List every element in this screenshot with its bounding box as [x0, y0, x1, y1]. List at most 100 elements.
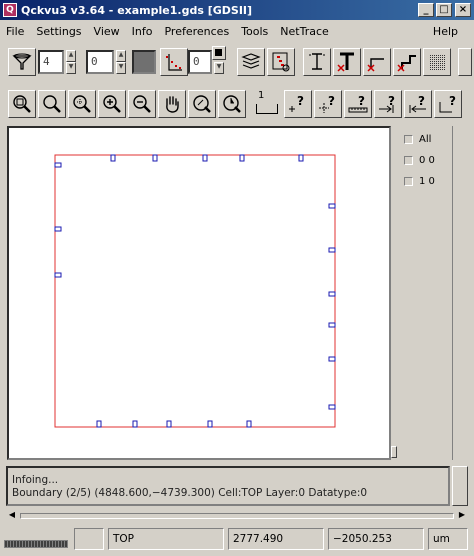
zoom-window-button[interactable]: [38, 90, 66, 118]
vertex-marker[interactable]: [54, 272, 62, 278]
pan-button[interactable]: [158, 90, 186, 118]
query-polygon-button[interactable]: ?: [434, 90, 462, 118]
measure-button[interactable]: ?: [344, 90, 372, 118]
menu-settings[interactable]: Settings: [30, 25, 87, 38]
vertex-marker[interactable]: [328, 203, 336, 209]
vertex-marker[interactable]: [166, 420, 172, 428]
snap-reset-button[interactable]: [212, 46, 226, 60]
zoom-previous-button[interactable]: [188, 90, 216, 118]
query-cross-button[interactable]: ?: [314, 90, 342, 118]
scroll-right-icon[interactable]: ▶: [456, 510, 468, 522]
vertex-marker[interactable]: [328, 322, 336, 328]
main-toolbar: 4 ▲ ▼ 0 ▲ ▼ 0 ▼: [0, 44, 474, 80]
menu-preferences[interactable]: Preferences: [158, 25, 235, 38]
status-y: −2050.253: [328, 528, 424, 550]
vertex-marker[interactable]: [328, 247, 336, 253]
title-bar[interactable]: Q Qckvu3 v3.64 - example1.gds [GDSII] _ …: [0, 0, 474, 20]
path-icon: [397, 55, 416, 72]
text-t-icon: [337, 52, 354, 72]
level-input[interactable]: 0: [86, 50, 114, 74]
text-cursor-icon: [309, 53, 325, 70]
level-stepper[interactable]: ▲ ▼: [116, 50, 126, 74]
query-point-button[interactable]: ?: [284, 90, 312, 118]
layer-row-all[interactable]: All: [404, 134, 431, 145]
zoom-extents-button[interactable]: [218, 90, 246, 118]
zoom-in-button[interactable]: [98, 90, 126, 118]
vertex-marker[interactable]: [239, 154, 245, 162]
vertex-marker[interactable]: [110, 154, 116, 162]
layer-row-1-0[interactable]: 1 0: [404, 176, 435, 187]
menu-tools[interactable]: Tools: [235, 25, 274, 38]
info-scrollbar[interactable]: [452, 466, 468, 506]
query-right-button[interactable]: ?: [374, 90, 402, 118]
layer-scrollbar[interactable]: [452, 126, 468, 460]
depth-input[interactable]: 4: [38, 50, 64, 74]
menu-info[interactable]: Info: [126, 25, 159, 38]
vertex-marker[interactable]: [328, 356, 336, 362]
query-point-icon: ?: [289, 94, 304, 112]
vertex-marker[interactable]: [54, 162, 62, 168]
zoom-fit-button[interactable]: [8, 90, 36, 118]
vertex-marker[interactable]: [328, 404, 336, 410]
menu-nettrace[interactable]: NetTrace: [274, 25, 335, 38]
vertex-marker[interactable]: [132, 420, 138, 428]
maximize-button[interactable]: □: [436, 3, 452, 17]
layer-checkbox[interactable]: [404, 156, 413, 165]
zoom-in-icon: [103, 95, 121, 113]
magnifier-icon: [43, 95, 61, 113]
tree-icon: [272, 52, 290, 72]
scroll-left-icon[interactable]: ◀: [6, 510, 18, 522]
horizontal-scrollbar[interactable]: ◀ ▶: [6, 510, 468, 522]
depth-stepper[interactable]: ▲ ▼: [66, 50, 76, 74]
grid-button[interactable]: [423, 48, 451, 76]
application-window: Q Qckvu3 v3.64 - example1.gds [GDSII] _ …: [0, 0, 474, 556]
window-title: Qckvu3 v3.64 - example1.gds [GDSII]: [21, 3, 253, 17]
layer-row-0-0[interactable]: 0 0: [404, 155, 435, 166]
cell-tree-button[interactable]: [267, 48, 295, 76]
path-fill-button[interactable]: [393, 48, 421, 76]
svg-text:?: ?: [297, 94, 304, 108]
vertex-marker[interactable]: [207, 420, 213, 428]
canvas-resize-handle[interactable]: [391, 446, 397, 458]
close-button[interactable]: ×: [455, 3, 471, 17]
scroll-track[interactable]: [20, 513, 454, 519]
minimize-button[interactable]: _: [418, 3, 434, 17]
zoom-box-button[interactable]: [68, 90, 96, 118]
vertex-markers: [54, 154, 336, 428]
layer-checkbox[interactable]: [404, 135, 413, 144]
layout-canvas[interactable]: [7, 126, 391, 460]
menu-view[interactable]: View: [88, 25, 126, 38]
layers-button[interactable]: [237, 48, 265, 76]
layer-checkbox[interactable]: [404, 177, 413, 186]
cell-boundary[interactable]: [54, 154, 336, 428]
menu-file[interactable]: File: [0, 25, 30, 38]
vertex-marker[interactable]: [246, 420, 252, 428]
vertex-marker[interactable]: [54, 226, 62, 232]
vertex-marker[interactable]: [152, 154, 158, 162]
vertex-marker[interactable]: [96, 420, 102, 428]
magnifier-back-icon: [193, 95, 211, 113]
filter-button[interactable]: [8, 48, 36, 76]
snap-grid-button[interactable]: [160, 48, 188, 76]
info-status: Infoing...: [12, 474, 59, 486]
vertex-marker[interactable]: [328, 291, 336, 297]
snap-input[interactable]: 0: [188, 50, 212, 74]
svg-text:?: ?: [449, 94, 456, 108]
snap-stepper[interactable]: ▼: [214, 62, 224, 74]
status-blank: [74, 528, 104, 550]
text-toggle-button[interactable]: [333, 48, 361, 76]
vertex-marker[interactable]: [202, 154, 208, 162]
zoom-out-button[interactable]: [128, 90, 156, 118]
color-swatch[interactable]: [132, 50, 156, 74]
query-left-button[interactable]: ?: [404, 90, 432, 118]
overflow-button[interactable]: [458, 48, 472, 76]
layer-label: 1 0: [419, 176, 435, 187]
vertex-marker[interactable]: [298, 154, 304, 162]
menu-help[interactable]: Help: [427, 25, 464, 38]
corner-fill-icon: [367, 58, 384, 72]
magnifier-fit-icon: [13, 95, 31, 113]
text-off-button[interactable]: [303, 48, 331, 76]
boundary-fill-button[interactable]: [363, 48, 391, 76]
menu-bar: File Settings View Info Preferences Tool…: [0, 20, 474, 42]
status-cell: TOP: [108, 528, 224, 550]
